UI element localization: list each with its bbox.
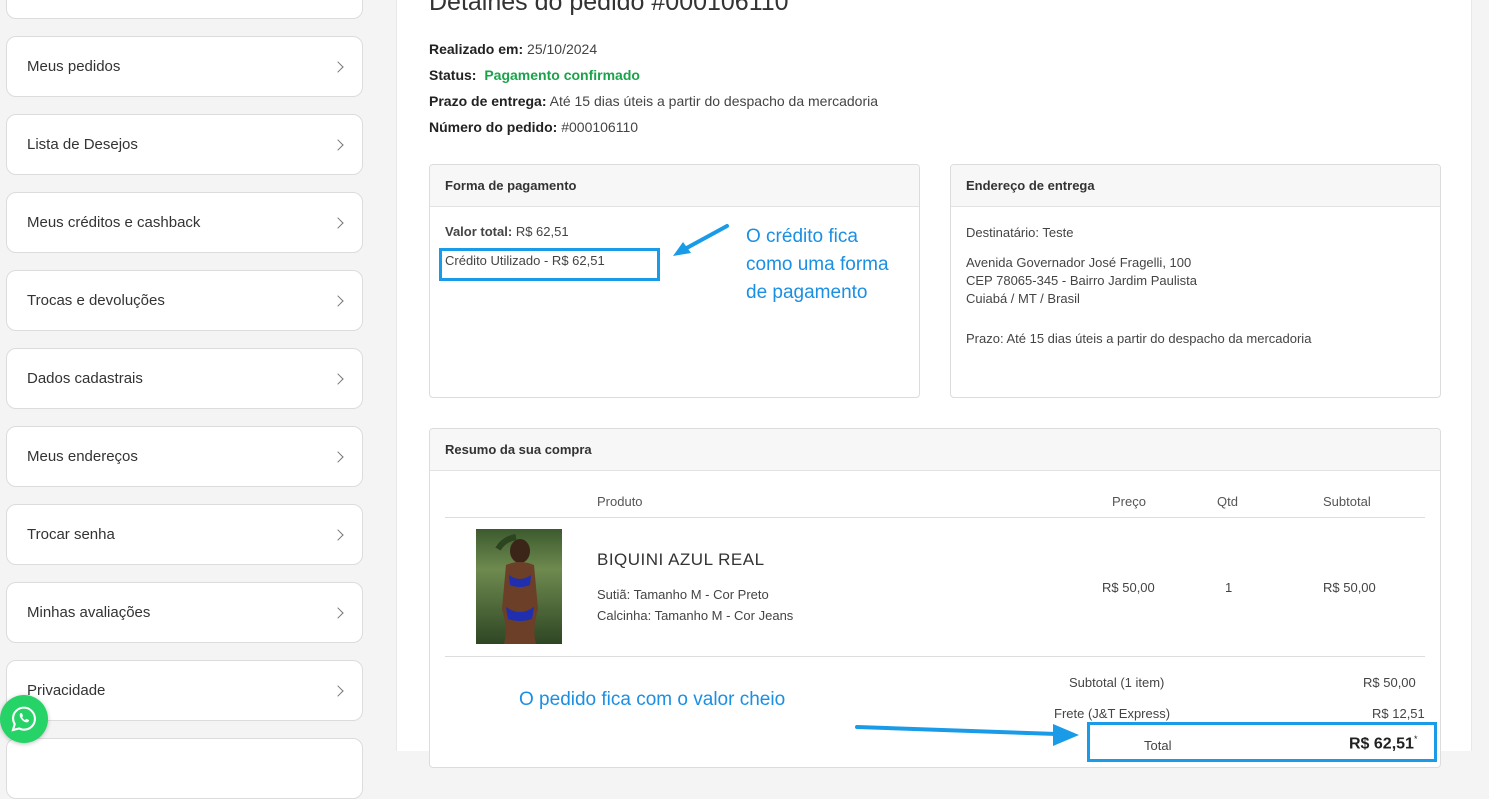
sidebar-item-label: Meus créditos e cashback <box>27 214 201 231</box>
chevron-right-icon <box>332 216 344 229</box>
sidebar-item-password[interactable]: Trocar senha <box>6 504 363 565</box>
sidebar-item-label: Minhas avaliações <box>27 604 151 621</box>
address-city: Cuiabá / MT / Brasil <box>966 291 1080 306</box>
sidebar-item-reviews[interactable]: Minhas avaliações <box>6 582 363 643</box>
sidebar-item-label: Trocas e devoluções <box>27 292 165 309</box>
order-status: Status: Pagamento confirmado <box>429 67 640 83</box>
chevron-right-icon <box>332 450 344 463</box>
credit-highlight-box <box>439 248 660 281</box>
address-street: Avenida Governador José Fragelli, 100 <box>966 255 1192 270</box>
chevron-right-icon <box>332 60 344 73</box>
divider <box>445 656 1425 657</box>
address-card: Endereço de entrega Destinatário: Teste … <box>950 164 1441 398</box>
product-variant-bottom: Calcinha: Tamanho M - Cor Jeans <box>597 608 794 623</box>
sidebar-item-returns[interactable]: Trocas e devoluções <box>6 270 363 331</box>
sidebar-item-top-partial[interactable] <box>6 0 363 19</box>
order-number: Número do pedido: #000106110 <box>429 119 639 135</box>
product-thumbnail[interactable] <box>476 529 562 644</box>
sidebar-item-label: Meus endereços <box>27 448 138 465</box>
product-price: R$ 50,00 <box>1102 580 1155 595</box>
subtotal-label: Subtotal (1 item) <box>1069 675 1165 690</box>
address-card-heading: Endereço de entrega <box>951 165 1440 207</box>
order-annotation: O pedido fica com o valor cheio <box>519 689 786 710</box>
col-subtotal: Subtotal <box>1323 494 1371 509</box>
summary-card-heading: Resumo da sua compra <box>430 429 1440 471</box>
chevron-right-icon <box>332 294 344 307</box>
order-date: Realizado em: 25/10/2024 <box>429 41 598 57</box>
address-cep: CEP 78065-345 - Bairro Jardim Paulista <box>966 273 1197 288</box>
chevron-right-icon <box>332 372 344 385</box>
chevron-right-icon <box>332 606 344 619</box>
sidebar-item-profile[interactable]: Dados cadastrais <box>6 348 363 409</box>
page-title: Detalhes do pedido #000106110 <box>429 0 789 16</box>
order-deadline: Prazo de entrega: Até 15 dias úteis a pa… <box>429 93 879 109</box>
sidebar-item-orders[interactable]: Meus pedidos <box>6 36 363 97</box>
product-name[interactable]: BIQUINI AZUL REAL <box>597 550 765 570</box>
sidebar-item-bottom-partial[interactable] <box>6 738 363 799</box>
sidebar-item-label: Lista de Desejos <box>27 136 138 153</box>
sidebar-item-label: Trocar senha <box>27 526 115 543</box>
divider <box>445 517 1425 518</box>
sidebar-item-label: Dados cadastrais <box>27 370 143 387</box>
chevron-right-icon <box>332 138 344 151</box>
shipping-value: R$ 12,51 <box>1372 706 1425 721</box>
sidebar-item-wishlist[interactable]: Lista de Desejos <box>6 114 363 175</box>
product-qty: 1 <box>1225 580 1233 595</box>
order-details-panel: Detalhes do pedido #000106110 Realizado … <box>396 0 1472 768</box>
credit-annotation: O crédito fica como uma forma de pagamen… <box>746 226 889 303</box>
col-qty: Qtd <box>1217 494 1238 509</box>
purchase-summary-card: Resumo da sua compra <box>429 428 1441 768</box>
sidebar-item-credits[interactable]: Meus créditos e cashback <box>6 192 363 253</box>
status-badge: Pagamento confirmado <box>484 67 640 83</box>
chevron-right-icon <box>332 528 344 541</box>
account-sidebar: Meus pedidos Lista de Desejos Meus crédi… <box>0 0 380 799</box>
sidebar-item-label: Meus pedidos <box>27 58 121 75</box>
address-recipient: Destinatário: Teste <box>966 225 1074 240</box>
total-highlight-box <box>1087 722 1437 762</box>
whatsapp-button[interactable] <box>0 695 48 743</box>
chevron-right-icon <box>332 684 344 697</box>
address-deadline: Prazo: Até 15 dias úteis a partir do des… <box>966 331 1312 346</box>
sidebar-item-privacy[interactable]: Privacidade <box>6 660 363 721</box>
payment-card-heading: Forma de pagamento <box>430 165 919 207</box>
subtotal-value: R$ 50,00 <box>1363 675 1416 690</box>
product-photo-icon <box>495 534 538 644</box>
col-price: Preço <box>1112 494 1146 509</box>
product-variant-top: Sutiã: Tamanho M - Cor Preto <box>597 587 769 602</box>
sidebar-item-label: Privacidade <box>27 682 106 699</box>
col-product: Produto <box>597 494 643 509</box>
whatsapp-icon <box>11 706 36 732</box>
annotation-arrow-icon <box>855 724 1079 746</box>
sidebar-item-addresses[interactable]: Meus endereços <box>6 426 363 487</box>
product-subtotal: R$ 50,00 <box>1323 580 1376 595</box>
annotation-arrow-icon <box>673 224 729 256</box>
